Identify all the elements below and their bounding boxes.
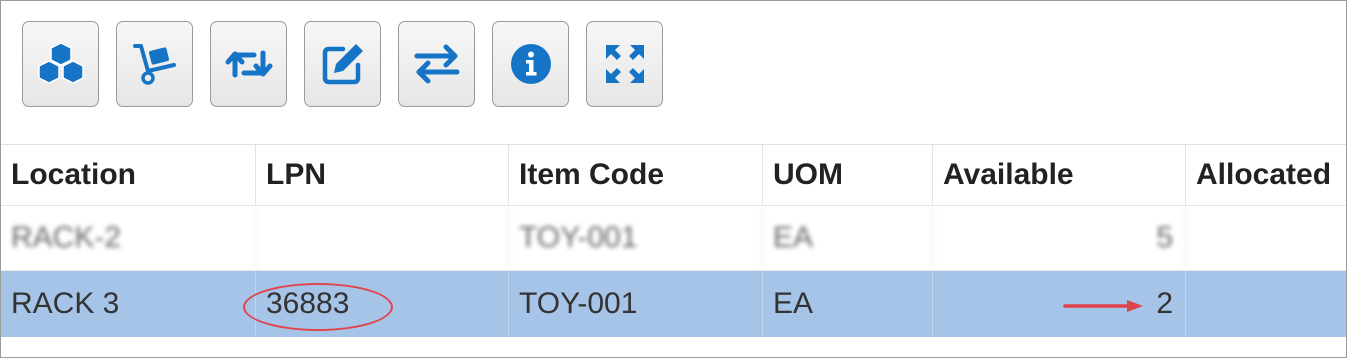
cell-uom: EA	[763, 271, 933, 337]
column-header-item-code[interactable]: Item Code	[509, 145, 763, 205]
column-header-uom[interactable]: UOM	[763, 145, 933, 205]
expand-icon	[605, 45, 644, 83]
table-row[interactable]: RACK-2 TOY-001 EA 5	[1, 206, 1346, 271]
column-header-available[interactable]: Available	[933, 145, 1186, 205]
cell-uom: EA	[763, 206, 933, 270]
cell-location: RACK-2	[1, 206, 256, 270]
cell-available: 5	[933, 206, 1186, 270]
toolbar-button-boxes[interactable]	[22, 21, 99, 107]
cell-location: RACK 3	[1, 271, 256, 337]
column-header-lpn[interactable]: LPN	[256, 145, 509, 205]
transfer-arrows-icon	[414, 44, 459, 84]
toolbar-button-expand[interactable]	[586, 21, 663, 107]
swap-cycle-icon	[225, 50, 272, 78]
cell-item-code: TOY-001	[509, 271, 763, 337]
column-header-location[interactable]: Location	[1, 145, 256, 205]
toolbar	[1, 1, 1346, 144]
toolbar-button-retweet[interactable]	[210, 21, 287, 107]
table-row-selected[interactable]: RACK 3 36883 TOY-001 EA 2	[1, 271, 1346, 337]
inventory-table: Location LPN Item Code UOM Available All…	[1, 144, 1346, 337]
inventory-panel: Location LPN Item Code UOM Available All…	[0, 0, 1347, 358]
cell-allocated	[1186, 206, 1346, 270]
column-header-allocated[interactable]: Allocated	[1186, 145, 1346, 205]
edit-icon	[322, 44, 363, 85]
cell-item-code: TOY-001	[509, 206, 763, 270]
toolbar-button-hand-truck[interactable]	[116, 21, 193, 107]
cell-available: 2	[933, 271, 1186, 337]
table-header: Location LPN Item Code UOM Available All…	[1, 145, 1346, 206]
available-arrow-annotation	[1063, 300, 1143, 312]
hand-truck-icon	[132, 44, 176, 85]
lpn-highlight-circle	[243, 283, 393, 331]
toolbar-button-info[interactable]	[492, 21, 569, 107]
toolbar-button-edit[interactable]	[304, 21, 381, 107]
boxes-icon	[37, 42, 84, 84]
cell-allocated	[1186, 271, 1346, 337]
info-icon	[510, 44, 551, 84]
toolbar-button-transfer[interactable]	[398, 21, 475, 107]
cell-lpn	[256, 206, 509, 270]
